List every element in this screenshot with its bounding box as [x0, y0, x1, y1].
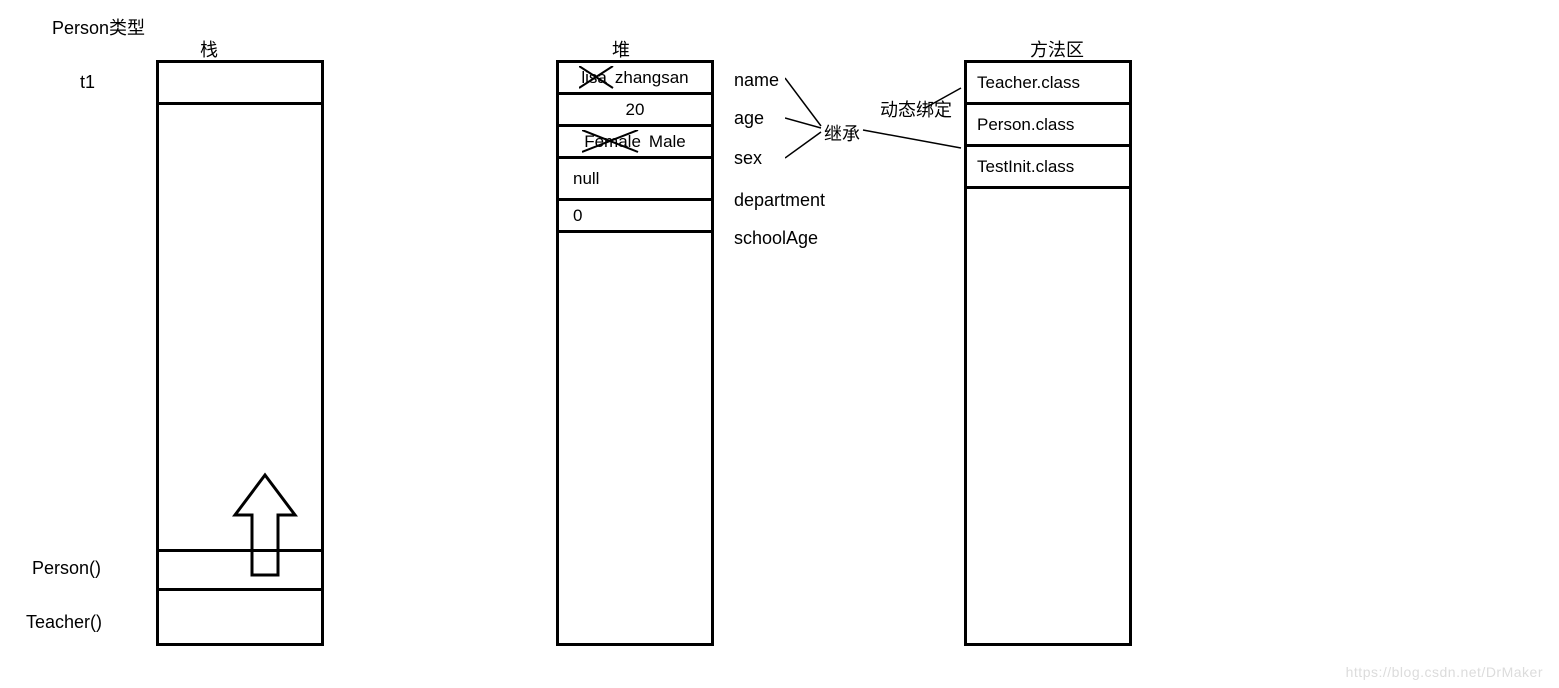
method-area-class-teacher: Teacher.class	[977, 73, 1080, 93]
heap-cell-name: lisa zhangsan	[559, 63, 711, 95]
field-label-schoolage: schoolAge	[734, 228, 818, 249]
method-area-cell-teacher: Teacher.class	[967, 63, 1129, 105]
method-area-header: 方法区	[1030, 36, 1084, 62]
field-label-sex: sex	[734, 148, 762, 169]
heap-value-department: null	[569, 169, 599, 189]
stack-var-label: t1	[80, 72, 95, 93]
watermark: https://blog.csdn.net/DrMaker	[1346, 664, 1543, 680]
dynamic-bind-label: 动态绑定	[880, 96, 952, 122]
stack-cell-t1	[159, 63, 321, 105]
heap-cell-age: 20	[559, 95, 711, 127]
method-area-column: Teacher.class Person.class TestInit.clas…	[964, 60, 1132, 646]
field-label-department: department	[734, 190, 825, 211]
stack-method-teacher: Teacher()	[26, 612, 102, 633]
heap-cell-sex: Female Male	[559, 127, 711, 159]
stack-cell-teacher	[159, 591, 321, 633]
field-label-age: age	[734, 108, 764, 129]
heap-new-name: zhangsan	[615, 68, 689, 88]
heap-cell-schoolage: 0	[559, 201, 711, 233]
method-area-class-person: Person.class	[977, 115, 1074, 135]
heap-column: lisa zhangsan 20 Female Male null 0	[556, 60, 714, 646]
method-area-class-testinit: TestInit.class	[977, 157, 1074, 177]
stack-header: 栈	[200, 36, 218, 62]
heap-value-schoolage: 0	[569, 206, 582, 226]
heap-new-sex: Male	[649, 132, 686, 152]
heap-old-name: lisa	[581, 68, 607, 87]
stack-method-person: Person()	[32, 558, 101, 579]
method-area-cell-person: Person.class	[967, 105, 1129, 147]
field-label-name: name	[734, 70, 779, 91]
heap-old-sex: Female	[584, 132, 641, 151]
up-arrow-icon	[230, 470, 300, 590]
heap-value-age: 20	[626, 100, 645, 120]
method-area-cell-testinit: TestInit.class	[967, 147, 1129, 189]
inherit-label: 继承	[824, 120, 860, 146]
heap-cell-department: null	[559, 159, 711, 201]
heap-header: 堆	[612, 36, 630, 62]
diagram-title: Person类型	[52, 14, 145, 40]
